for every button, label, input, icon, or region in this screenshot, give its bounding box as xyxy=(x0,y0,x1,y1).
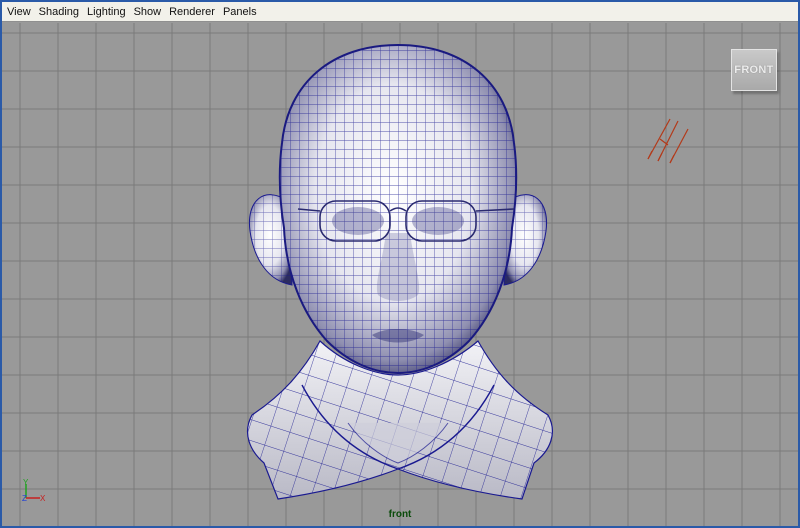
camera-name-label: front xyxy=(388,509,412,520)
menu-view[interactable]: View xyxy=(6,5,32,19)
front-viewport[interactable]: FRONT Y Z X front xyxy=(2,23,798,526)
view-cube[interactable]: FRONT xyxy=(731,49,777,91)
menu-shading[interactable]: Shading xyxy=(38,5,80,19)
menu-lighting[interactable]: Lighting xyxy=(86,5,127,19)
menu-panels[interactable]: Panels xyxy=(222,5,258,19)
menu-show[interactable]: Show xyxy=(133,5,163,19)
panel-menu-bar: View Shading Lighting Show Renderer Pane… xyxy=(2,2,798,22)
viewport-canvas[interactable] xyxy=(2,23,798,526)
menu-renderer[interactable]: Renderer xyxy=(168,5,216,19)
directional-light-icon[interactable] xyxy=(647,118,689,164)
axis-x-label: X xyxy=(40,494,46,503)
axis-gizmo: Y Z X xyxy=(22,478,46,503)
axis-y-label: Y xyxy=(23,478,29,487)
axis-z-label: Z xyxy=(22,494,27,503)
modeling-window: View Shading Lighting Show Renderer Pane… xyxy=(0,0,800,528)
